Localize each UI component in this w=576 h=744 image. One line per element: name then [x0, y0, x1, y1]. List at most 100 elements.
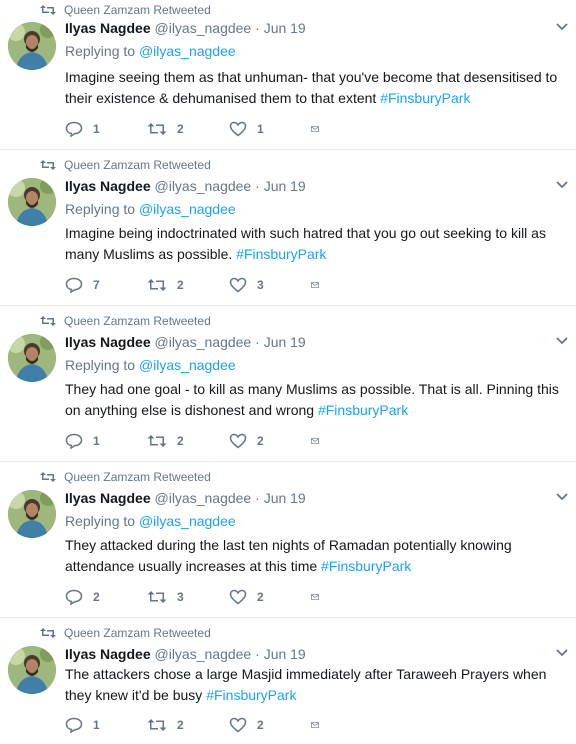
reply-icon	[65, 717, 83, 733]
avatar[interactable]	[8, 22, 56, 70]
like-button[interactable]: 2	[229, 717, 311, 733]
retweet-icon	[147, 719, 167, 731]
reply-button[interactable]: 1	[65, 433, 147, 449]
direct-message-button[interactable]	[311, 718, 329, 732]
tweet-actions: 1 2 1	[65, 119, 329, 139]
tweet-header: Ilyas Nagdee @ilyas_nagdee · Jun 19	[65, 20, 306, 36]
reply-button[interactable]: 1	[65, 717, 147, 733]
reply-button[interactable]: 1	[65, 121, 147, 137]
chevron-down-icon[interactable]	[556, 180, 568, 190]
username[interactable]: @ilyas_nagdee	[155, 178, 252, 194]
tweet-actions: 2 3 2	[65, 587, 329, 607]
replying-to: Replying to @ilyas_nagdee	[65, 513, 236, 529]
replying-to-link[interactable]: @ilyas_nagdee	[139, 357, 236, 373]
replying-to-link[interactable]: @ilyas_nagdee	[139, 201, 236, 217]
timestamp[interactable]: Jun 19	[264, 178, 306, 194]
heart-icon	[229, 121, 247, 137]
reply-button[interactable]: 2	[65, 589, 147, 605]
envelope-icon	[311, 438, 319, 444]
hashtag-link[interactable]: #FinsburyPark	[206, 687, 296, 703]
tweet[interactable]: Queen Zamzam Retweeted Ilyas Nagdee @ily…	[0, 0, 576, 150]
like-count: 2	[257, 718, 264, 732]
display-name[interactable]: Ilyas Nagdee	[65, 646, 151, 662]
retweet-button[interactable]: 2	[147, 718, 229, 732]
reply-button[interactable]: 7	[65, 277, 147, 293]
heart-icon	[229, 589, 247, 605]
replying-to-label: Replying to	[65, 513, 136, 529]
hashtag-link[interactable]: #FinsburyPark	[380, 90, 470, 106]
retweet-context: Queen Zamzam Retweeted	[40, 313, 211, 329]
avatar[interactable]	[8, 334, 56, 382]
timestamp[interactable]: Jun 19	[264, 20, 306, 36]
tweet[interactable]: Queen Zamzam Retweeted Ilyas Nagdee @ily…	[0, 618, 576, 744]
display-name[interactable]: Ilyas Nagdee	[65, 20, 151, 36]
chevron-down-icon[interactable]	[556, 22, 568, 32]
hashtag-link[interactable]: #FinsburyPark	[321, 558, 411, 574]
direct-message-button[interactable]	[311, 434, 329, 448]
retweeted-by-label: Queen Zamzam Retweeted	[64, 314, 211, 328]
tweet-text: The attackers chose a large Masjid immed…	[65, 664, 565, 706]
chevron-down-icon[interactable]	[556, 648, 568, 658]
like-button[interactable]: 2	[229, 433, 311, 449]
username[interactable]: @ilyas_nagdee	[155, 490, 252, 506]
retweet-icon	[40, 5, 56, 15]
like-button[interactable]: 2	[229, 589, 311, 605]
separator-dot: ·	[255, 178, 260, 194]
display-name[interactable]: Ilyas Nagdee	[65, 178, 151, 194]
retweet-icon	[40, 316, 56, 326]
display-name[interactable]: Ilyas Nagdee	[65, 490, 151, 506]
display-name[interactable]: Ilyas Nagdee	[65, 334, 151, 350]
like-count: 2	[257, 590, 264, 604]
retweet-icon	[147, 279, 167, 291]
retweet-count: 2	[177, 278, 184, 292]
username[interactable]: @ilyas_nagdee	[155, 20, 252, 36]
retweet-button[interactable]: 2	[147, 278, 229, 292]
replying-to-label: Replying to	[65, 43, 136, 59]
direct-message-button[interactable]	[311, 278, 329, 292]
chevron-down-icon[interactable]	[556, 336, 568, 346]
tweet-actions: 1 2 2	[65, 715, 329, 735]
avatar[interactable]	[8, 490, 56, 538]
timestamp[interactable]: Jun 19	[264, 490, 306, 506]
retweet-button[interactable]: 3	[147, 590, 229, 604]
reply-count: 7	[93, 278, 100, 292]
retweet-button[interactable]: 2	[147, 122, 229, 136]
separator-dot: ·	[255, 334, 260, 350]
like-count: 1	[257, 122, 264, 136]
hashtag-link[interactable]: #FinsburyPark	[236, 246, 326, 262]
like-button[interactable]: 3	[229, 277, 311, 293]
like-button[interactable]: 1	[229, 121, 311, 137]
replying-to-link[interactable]: @ilyas_nagdee	[139, 43, 236, 59]
direct-message-button[interactable]	[311, 122, 329, 136]
username[interactable]: @ilyas_nagdee	[155, 334, 252, 350]
separator-dot: ·	[255, 490, 260, 506]
tweet-actions: 7 2 3	[65, 275, 329, 295]
tweet[interactable]: Queen Zamzam Retweeted Ilyas Nagdee @ily…	[0, 150, 576, 306]
replying-to: Replying to @ilyas_nagdee	[65, 43, 236, 59]
timestamp[interactable]: Jun 19	[264, 334, 306, 350]
replying-to-link[interactable]: @ilyas_nagdee	[139, 513, 236, 529]
retweet-count: 2	[177, 122, 184, 136]
reply-icon	[65, 433, 83, 449]
retweet-context: Queen Zamzam Retweeted	[40, 2, 211, 18]
heart-icon	[229, 717, 247, 733]
tweet-actions: 1 2 2	[65, 431, 329, 451]
avatar[interactable]	[8, 646, 56, 694]
envelope-icon	[311, 722, 319, 728]
tweet-header: Ilyas Nagdee @ilyas_nagdee · Jun 19	[65, 646, 306, 662]
retweet-icon	[147, 591, 167, 603]
tweet[interactable]: Queen Zamzam Retweeted Ilyas Nagdee @ily…	[0, 306, 576, 462]
direct-message-button[interactable]	[311, 590, 329, 604]
hashtag-link[interactable]: #FinsburyPark	[318, 402, 408, 418]
username[interactable]: @ilyas_nagdee	[155, 646, 252, 662]
timestamp[interactable]: Jun 19	[264, 646, 306, 662]
retweet-button[interactable]: 2	[147, 434, 229, 448]
chevron-down-icon[interactable]	[556, 492, 568, 502]
avatar[interactable]	[8, 178, 56, 226]
tweet-text: Imagine being indoctrinated with such ha…	[65, 223, 565, 265]
reply-icon	[65, 589, 83, 605]
tweet[interactable]: Queen Zamzam Retweeted Ilyas Nagdee @ily…	[0, 462, 576, 618]
tweet-text: They attacked during the last ten nights…	[65, 535, 565, 577]
reply-count: 1	[93, 434, 100, 448]
retweet-context: Queen Zamzam Retweeted	[40, 469, 211, 485]
